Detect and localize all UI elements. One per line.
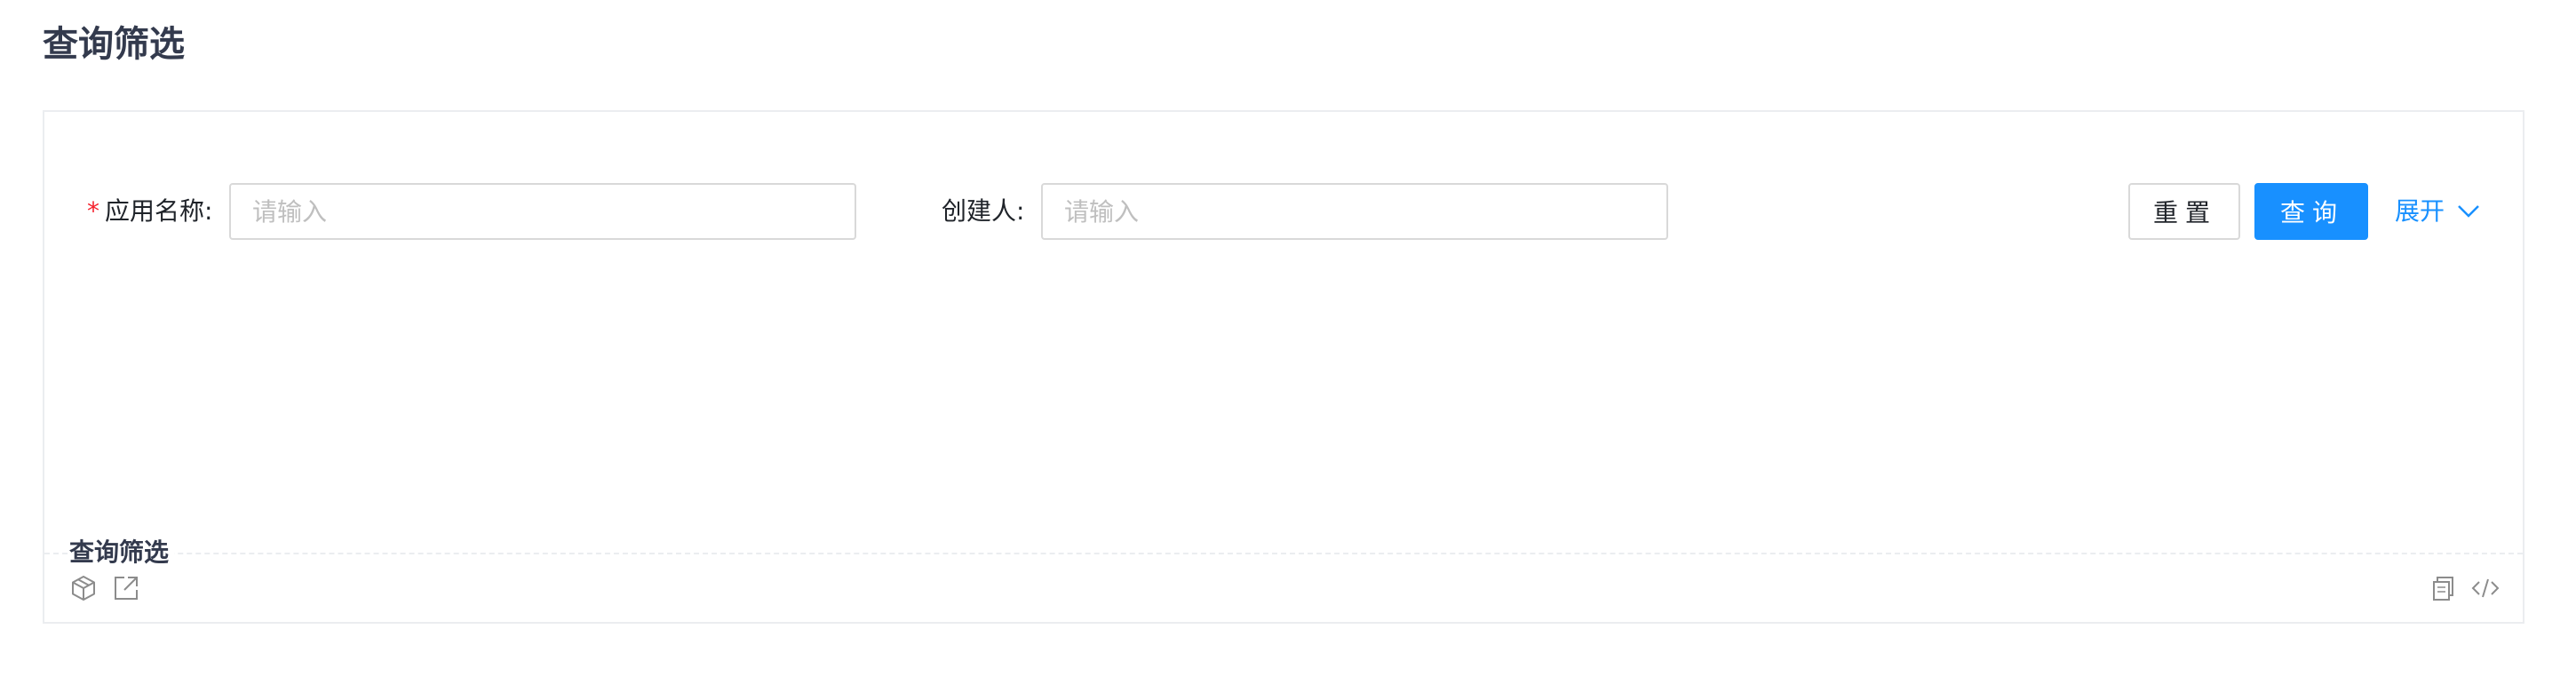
meta-divider bbox=[44, 553, 2523, 554]
demo-meta-title: 查询筛选 bbox=[69, 538, 175, 567]
reset-button[interactable]: 重置 bbox=[2128, 183, 2240, 240]
page-title: 查询筛选 bbox=[43, 24, 185, 65]
expand-toggle[interactable]: 展开 bbox=[2395, 195, 2480, 227]
open-external-icon[interactable] bbox=[112, 574, 140, 602]
app-name-input[interactable] bbox=[229, 183, 856, 240]
creator-label: 创建人: bbox=[942, 196, 1025, 226]
app-name-label-text: 应用名称: bbox=[105, 196, 213, 226]
app-name-label: * 应用名称: bbox=[87, 195, 212, 227]
creator-input[interactable] bbox=[1041, 183, 1668, 240]
copy-icon[interactable] bbox=[2429, 574, 2457, 602]
code-icon[interactable] bbox=[2471, 574, 2500, 602]
expand-label: 展开 bbox=[2395, 196, 2445, 226]
chevron-down-icon bbox=[2457, 204, 2480, 219]
required-mark: * bbox=[87, 196, 99, 226]
codesandbox-icon[interactable] bbox=[69, 574, 98, 602]
query-button[interactable]: 查询 bbox=[2254, 183, 2368, 240]
